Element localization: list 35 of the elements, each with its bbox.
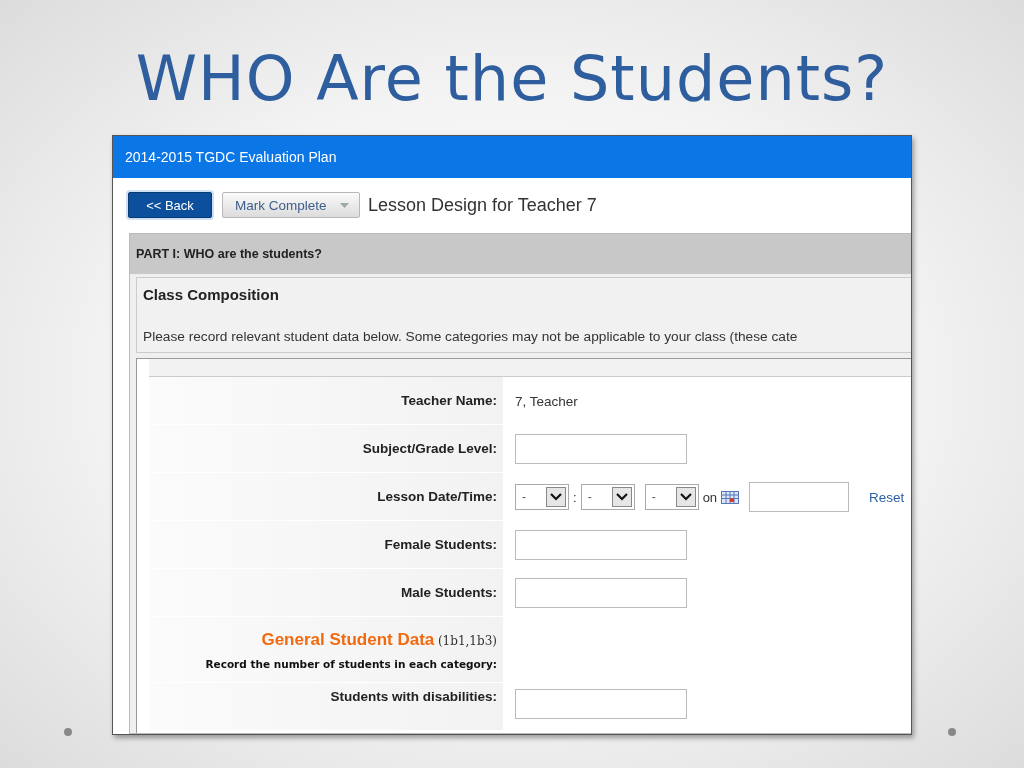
field-label: Teacher Name: bbox=[401, 393, 497, 408]
input-field[interactable] bbox=[515, 530, 687, 560]
group-instruction: Record the number of students in each category: bbox=[205, 657, 497, 670]
field-label: Male Students: bbox=[401, 585, 497, 600]
corner-dot bbox=[64, 728, 72, 736]
input-field[interactable] bbox=[515, 434, 687, 464]
subsection-title: Class Composition bbox=[143, 286, 280, 303]
group-heading: General Student Data (1b1,1b3) bbox=[261, 629, 497, 650]
page-title: Lesson Design for Teacher 7 bbox=[368, 194, 597, 216]
status-dropdown[interactable]: Mark Complete bbox=[222, 192, 360, 218]
caret-icon bbox=[340, 202, 349, 208]
section-title: PART I: WHO are the students? bbox=[136, 247, 322, 261]
calendar-icon[interactable] bbox=[721, 490, 740, 504]
reset-link[interactable]: Reset bbox=[869, 489, 905, 505]
input-field[interactable] bbox=[515, 689, 687, 719]
field-value: 7, Teacher bbox=[515, 393, 578, 409]
time-separator: : bbox=[573, 489, 577, 505]
slide-title: WHO Are the Students? bbox=[135, 41, 889, 117]
instruction-text: Please record relevant student data below. Some categories may not be applicable to your class (these cate bbox=[143, 329, 799, 344]
chevron-icon bbox=[675, 487, 696, 507]
field-label: Subject/Grade Level: bbox=[362, 441, 497, 456]
back-button[interactable]: << Back bbox=[128, 192, 212, 218]
input-field[interactable] bbox=[515, 578, 687, 608]
field-label: Female Students: bbox=[384, 537, 497, 552]
field-label: Students with disabilities: bbox=[330, 689, 497, 704]
field-label: Lesson Date/Time: bbox=[377, 489, 497, 504]
time-select[interactable]: - bbox=[515, 484, 569, 510]
chevron-icon bbox=[546, 487, 566, 507]
on-label: on bbox=[702, 489, 718, 505]
corner-dot bbox=[948, 728, 956, 736]
chevron-icon bbox=[611, 487, 632, 507]
app-title: 2014-2015 TGDC Evaluation Plan bbox=[125, 149, 337, 165]
date-field[interactable] bbox=[749, 482, 850, 512]
time-select[interactable]: - bbox=[644, 484, 699, 510]
time-select[interactable]: - bbox=[580, 484, 635, 510]
